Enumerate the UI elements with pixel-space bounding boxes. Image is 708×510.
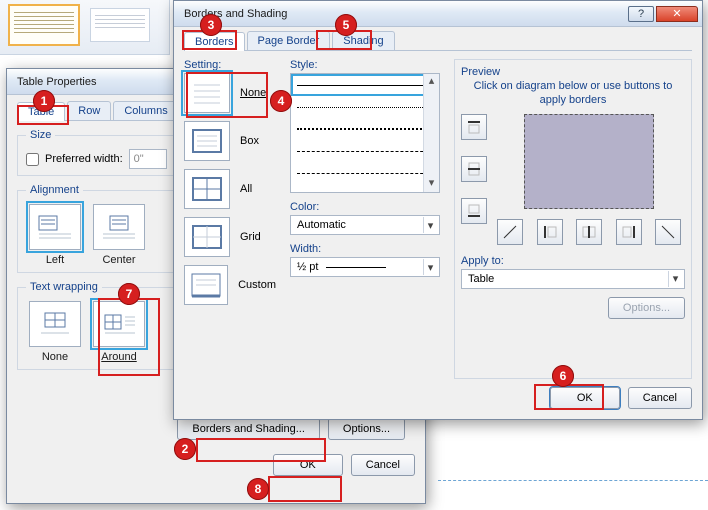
- style-label: Style:: [290, 59, 440, 71]
- setting-all[interactable]: [184, 169, 230, 209]
- style-scrollbar[interactable]: ▴▾: [423, 74, 439, 192]
- chevron-down-icon: ▾: [668, 271, 682, 287]
- edge-left-button[interactable]: [537, 219, 563, 245]
- document-ruler: [438, 480, 708, 481]
- alignment-legend: Alignment: [26, 184, 83, 196]
- align-left-option[interactable]: [29, 204, 81, 250]
- preferred-width-label: Preferred width:: [45, 153, 123, 165]
- tp-options-button[interactable]: Options...: [328, 418, 405, 440]
- tp-cancel-button[interactable]: Cancel: [351, 454, 415, 476]
- ribbon-fragment: [0, 0, 170, 55]
- bs-ok-button[interactable]: OK: [550, 387, 620, 409]
- wrap-none-label: None: [26, 351, 84, 363]
- bs-cancel-button[interactable]: Cancel: [628, 387, 692, 409]
- callout-6: 6: [552, 365, 574, 387]
- edge-top-button[interactable]: [461, 114, 487, 140]
- callout-8: 8: [247, 478, 269, 500]
- setting-custom[interactable]: [184, 265, 228, 305]
- preview-legend: Preview: [461, 66, 685, 78]
- tp-title: Table Properties: [17, 76, 97, 88]
- color-dropdown[interactable]: Automatic ▾: [290, 215, 440, 235]
- color-label: Color:: [290, 201, 440, 213]
- tab-columns[interactable]: Columns: [113, 101, 178, 120]
- help-button[interactable]: ?: [628, 6, 654, 22]
- setting-custom-label: Custom: [238, 279, 276, 291]
- callout-2: 2: [174, 438, 196, 460]
- edge-diag2-button[interactable]: [655, 219, 681, 245]
- callout-4: 4: [270, 90, 292, 112]
- borders-and-shading-button[interactable]: Borders and Shading...: [177, 418, 320, 440]
- close-button[interactable]: ✕: [656, 6, 698, 22]
- preview-hint: Click on diagram below or use buttons to…: [461, 80, 685, 108]
- tab-row[interactable]: Row: [67, 101, 111, 120]
- chevron-down-icon: ▾: [423, 259, 437, 275]
- wrap-legend: Text wrapping: [26, 281, 102, 293]
- setting-grid[interactable]: [184, 217, 230, 257]
- wrap-around-label: Around: [90, 351, 148, 363]
- callout-7: 7: [118, 283, 140, 305]
- size-legend: Size: [26, 129, 55, 141]
- preview-diagram[interactable]: [524, 114, 654, 209]
- style-list[interactable]: ▴▾: [290, 73, 440, 193]
- setting-none-label: None: [240, 87, 266, 99]
- align-center-label: Center: [90, 254, 148, 266]
- align-left-label: Left: [26, 254, 84, 266]
- preferred-width-input[interactable]: 0": [129, 149, 167, 169]
- ribbon-gallery-item[interactable]: [90, 8, 150, 42]
- bs-titlebar: Borders and Shading ? ✕: [174, 1, 702, 27]
- preview-group: Preview Click on diagram below or use bu…: [454, 59, 692, 379]
- wrap-around-option[interactable]: [93, 301, 145, 347]
- borders-and-shading-dialog: Borders and Shading ? ✕ Borders Page Bor…: [173, 0, 703, 420]
- tp-ok-button[interactable]: OK: [273, 454, 343, 476]
- color-value: Automatic: [297, 219, 346, 231]
- preferred-width-checkbox[interactable]: [26, 153, 39, 166]
- callout-3: 3: [200, 14, 222, 36]
- apply-to-dropdown[interactable]: Table ▾: [461, 269, 685, 289]
- apply-to-label: Apply to:: [461, 255, 685, 267]
- edge-right-button[interactable]: [616, 219, 642, 245]
- edge-hmid-button[interactable]: [461, 156, 487, 182]
- chevron-down-icon: ▾: [423, 217, 437, 233]
- edge-bottom-button[interactable]: [461, 198, 487, 224]
- setting-box[interactable]: [184, 121, 230, 161]
- bs-options-button: Options...: [608, 297, 685, 319]
- edge-vmid-button[interactable]: [576, 219, 602, 245]
- width-dropdown[interactable]: ½ pt ▾: [290, 257, 440, 277]
- callout-5: 5: [335, 14, 357, 36]
- bs-tabs: Borders Page Border Shading: [184, 31, 692, 51]
- apply-to-value: Table: [468, 273, 494, 285]
- width-label: Width:: [290, 243, 440, 255]
- setting-none[interactable]: [184, 73, 230, 113]
- setting-label: Setting:: [184, 59, 276, 71]
- edge-diag1-button[interactable]: [497, 219, 523, 245]
- wrap-none-option[interactable]: [29, 301, 81, 347]
- setting-all-label: All: [240, 183, 252, 195]
- bs-title: Borders and Shading: [184, 8, 287, 20]
- callout-1: 1: [33, 90, 55, 112]
- setting-grid-label: Grid: [240, 231, 261, 243]
- align-center-option[interactable]: [93, 204, 145, 250]
- ribbon-gallery-selected[interactable]: [8, 4, 80, 46]
- setting-box-label: Box: [240, 135, 259, 147]
- width-value: ½ pt: [297, 261, 318, 273]
- tab-page-border[interactable]: Page Border: [247, 31, 331, 50]
